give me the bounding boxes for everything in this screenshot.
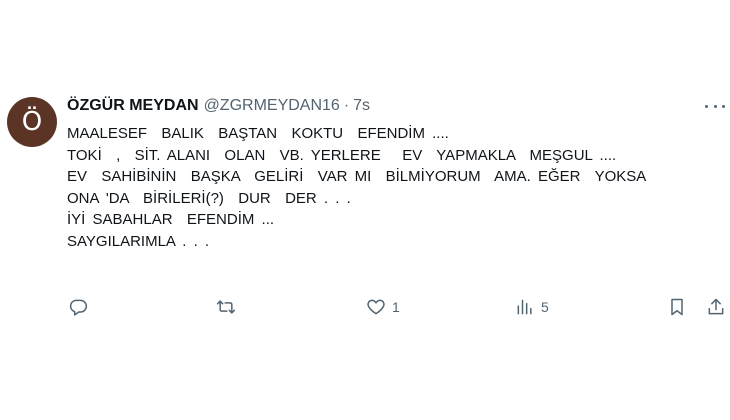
separator-dot: ·	[343, 97, 350, 114]
heart-icon	[367, 299, 385, 315]
reply-button[interactable]	[68, 294, 94, 320]
tweet: Ö ÖZGÜR MEYDAN @ZGRMEYDAN16 · 7s MAALESE…	[0, 0, 730, 420]
views-button[interactable]: 5	[515, 294, 549, 320]
more-options-icon[interactable]	[705, 101, 725, 111]
timestamp[interactable]: 7s	[353, 97, 370, 115]
tweet-text-line: SAYGILARIMLA . . .	[67, 232, 210, 250]
views-icon	[517, 299, 532, 315]
tweet-text-line: TOKİ , SİT. ALANI OLAN VB. YERLERE EV YA…	[67, 146, 617, 164]
like-button[interactable]: 1	[366, 294, 400, 320]
avatar-initial: Ö	[21, 107, 43, 137]
tweet-text: MAALESEF BALIK BAŞTAN KOKTU EFENDİM ....…	[67, 123, 717, 252]
bookmark-icon	[671, 298, 683, 316]
retweet-icon	[216, 300, 236, 314]
like-count: 1	[392, 299, 400, 315]
views-count: 5	[541, 299, 549, 315]
user-handle[interactable]: @ZGRMEYDAN16	[204, 97, 340, 115]
tweet-text-line: ONA 'DA BİRİLERİ(?) DUR DER . . .	[67, 189, 351, 207]
action-bar: 1 5	[0, 294, 730, 320]
reply-icon	[69, 299, 88, 316]
retweet-button[interactable]	[216, 294, 242, 320]
share-icon	[708, 298, 724, 315]
bookmark-button[interactable]	[667, 294, 687, 320]
tweet-text-line: MAALESEF BALIK BAŞTAN KOKTU EFENDİM ....	[67, 125, 449, 142]
tweet-header: ÖZGÜR MEYDAN @ZGRMEYDAN16 · 7s	[67, 95, 370, 117]
avatar[interactable]: Ö	[7, 97, 57, 147]
share-button[interactable]	[706, 294, 726, 320]
tweet-text-line: İYİ SABAHLAR EFENDİM ...	[67, 211, 275, 228]
tweet-text-line: EV SAHİBİNİN BAŞKA GELİRİ VAR MI BİLMİYO…	[67, 168, 647, 185]
display-name[interactable]: ÖZGÜR MEYDAN	[67, 97, 199, 115]
